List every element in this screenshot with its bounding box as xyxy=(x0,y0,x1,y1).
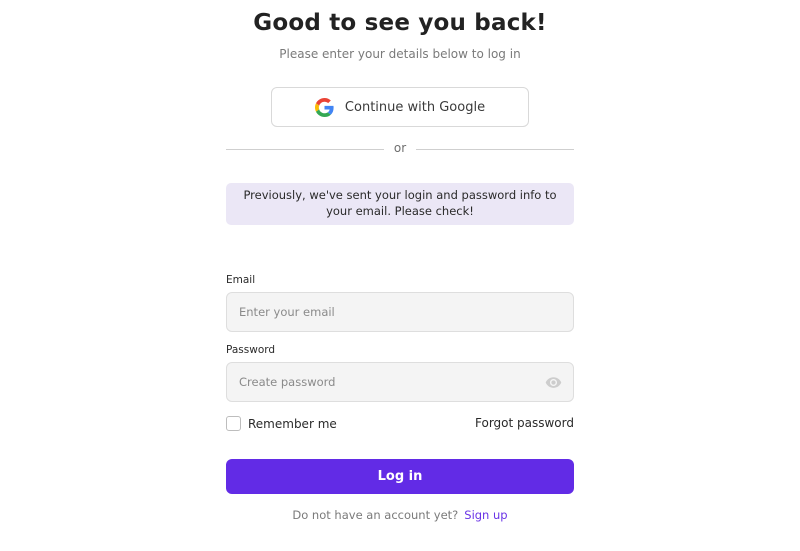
continue-with-google-label: Continue with Google xyxy=(344,99,486,115)
sign-up-link[interactable]: Sign up xyxy=(464,508,507,522)
login-page: Good to see you back! Please enter your … xyxy=(0,0,800,551)
password-field[interactable] xyxy=(226,362,574,402)
page-subtitle: Please enter your details below to log i… xyxy=(279,47,521,61)
divider-text: or xyxy=(393,141,407,155)
signup-prompt-text: Do not have an account yet? xyxy=(292,508,459,522)
remember-me-label: Remember me xyxy=(248,416,337,431)
google-icon xyxy=(314,97,334,117)
email-label: Email xyxy=(226,274,256,286)
continue-with-google-button[interactable]: Continue with Google xyxy=(271,87,529,127)
signup-prompt: Do not have an account yet? Sign up xyxy=(0,508,800,522)
remember-me-checkbox[interactable] xyxy=(226,416,241,431)
password-label: Password xyxy=(226,344,276,356)
or-divider: or xyxy=(226,141,574,157)
divider-line-right xyxy=(416,149,574,150)
page-title: Good to see you back! xyxy=(253,10,547,36)
forgot-password-link[interactable]: Forgot password xyxy=(475,416,574,430)
eye-icon[interactable] xyxy=(545,374,562,391)
credentials-sent-notice: Previously, we've sent your login and pa… xyxy=(226,183,574,225)
email-field[interactable] xyxy=(226,292,574,332)
remember-me-option[interactable]: Remember me xyxy=(226,416,337,431)
login-button[interactable]: Log in xyxy=(226,459,574,494)
